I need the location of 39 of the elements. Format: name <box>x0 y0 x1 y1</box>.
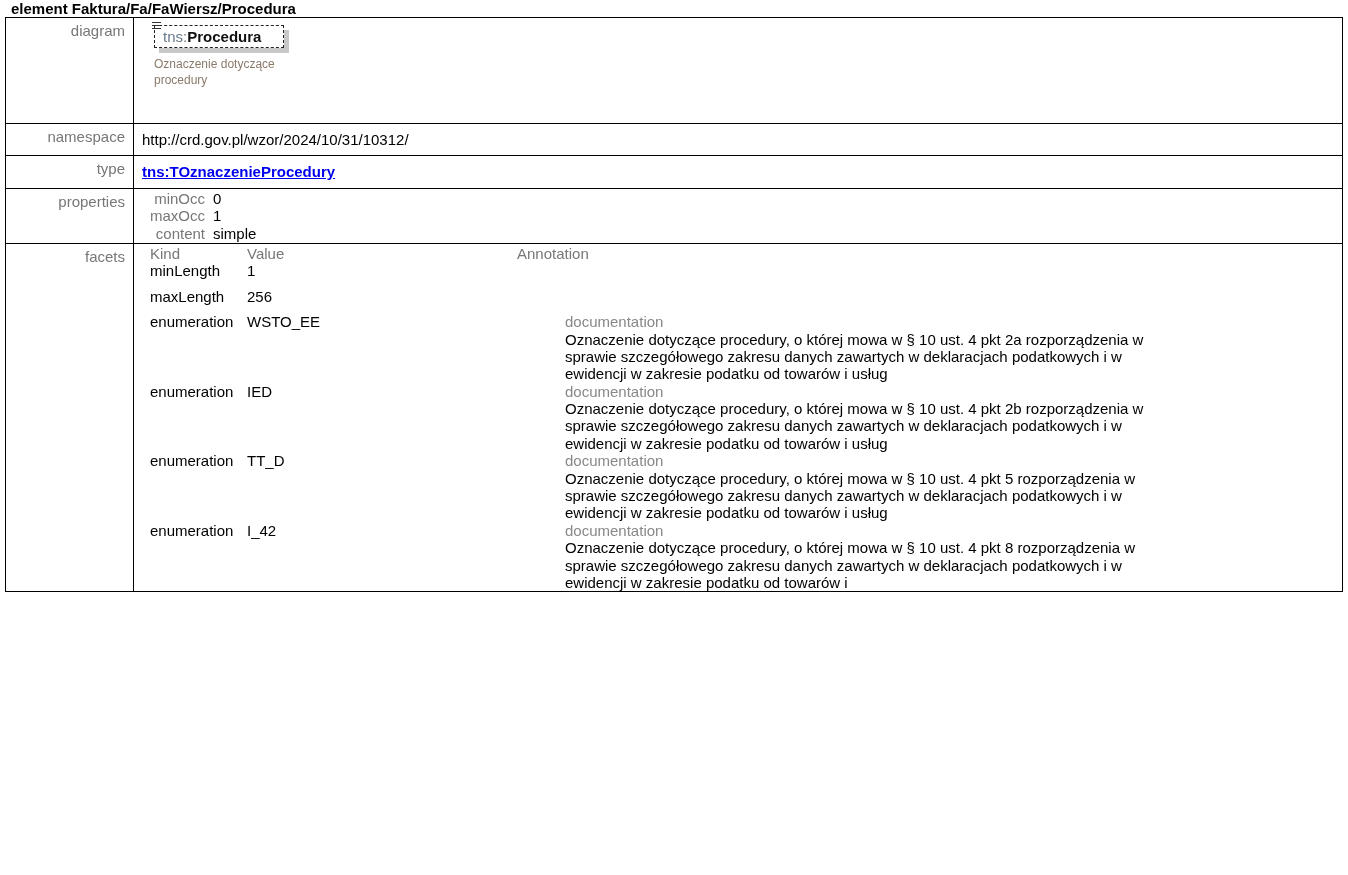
facet-kind: enumeration <box>150 313 234 331</box>
facet-value: 1 <box>247 262 256 280</box>
documentation-label: documentation <box>565 313 665 331</box>
column-header: Kind <box>150 244 181 262</box>
page-heading: element Faktura/Fa/FaWiersz/Procedura <box>10 0 297 17</box>
row-label: namespace <box>47 128 125 145</box>
documentation-label: documentation <box>565 521 665 540</box>
row-label: diagram <box>70 22 125 39</box>
column-header: Annotation <box>517 244 589 262</box>
property-value: simple <box>213 224 257 242</box>
column-header: Value <box>247 244 285 262</box>
facet-value: IED <box>247 382 272 400</box>
row-label: facets <box>84 247 125 265</box>
property-value: 0 <box>213 189 222 207</box>
type-link[interactable]: tns:TOznaczenieProcedury <box>142 163 336 181</box>
facet-kind: enumeration <box>150 382 234 400</box>
documentation-label: documentation <box>565 382 665 401</box>
facet-kind: enumeration <box>150 521 234 539</box>
property-value: 1 <box>213 207 222 225</box>
facet-kind: minLength <box>150 262 221 280</box>
property-key: content <box>155 224 205 242</box>
node-annotation: Oznaczenie dotyczące procedury <box>154 57 276 89</box>
documentation-label: documentation <box>565 452 665 470</box>
property-key: minOcc <box>154 189 205 207</box>
facet-kind: enumeration <box>150 452 234 470</box>
namespace-value: http://crd.gov.pl/wzor/2024/10/31/10312/ <box>142 131 409 148</box>
documentation-text: Oznaczenie dotyczące procedury, o której mowa w § 10 ust. 4 pkt 2b rozporządzenia w sprawie szczegółowego zakresu danych zawartych w deklaracjach podatkowych i w ewidencji w zakresie podatku od towarów i usług <box>565 400 1145 453</box>
documentation-text: Oznaczenie dotyczące procedury, o której mowa w § 10 ust. 4 pkt 5 rozporządzenia w sprawie szczegółowego zakresu danych zawartych w deklaracjach podatkowych i w ewidencji w zakresie podatku od towarów i usług <box>565 469 1136 522</box>
documentation-text: Oznaczenie dotyczące procedury, o której mowa w § 10 ust. 4 pkt 2a rozporządzenia w sprawie szczegółowego zakresu danych zawartych w deklaracjach podatkowych i w ewidencji w zakresie podatku od towarów i usług <box>565 330 1145 383</box>
facet-value: I_42 <box>247 521 277 539</box>
property-key: maxOcc <box>150 207 205 225</box>
documentation-text: Oznaczenie dotyczące procedury, o której mowa w § 10 ust. 4 pkt 8 rozporządzenia w sprawie szczegółowego zakresu danych zawartych w deklaracjach podatkowych i w ewidencji w zakresie podatku od towarów i <box>565 539 1136 592</box>
row-label: type <box>96 160 125 178</box>
row-label: properties <box>58 192 125 210</box>
facet-value: WSTO_EE <box>247 313 321 331</box>
lines-icon <box>152 22 161 29</box>
facet-value: TT_D <box>247 452 285 470</box>
facet-value: 256 <box>247 287 273 305</box>
facet-kind: maxLength <box>150 287 225 305</box>
